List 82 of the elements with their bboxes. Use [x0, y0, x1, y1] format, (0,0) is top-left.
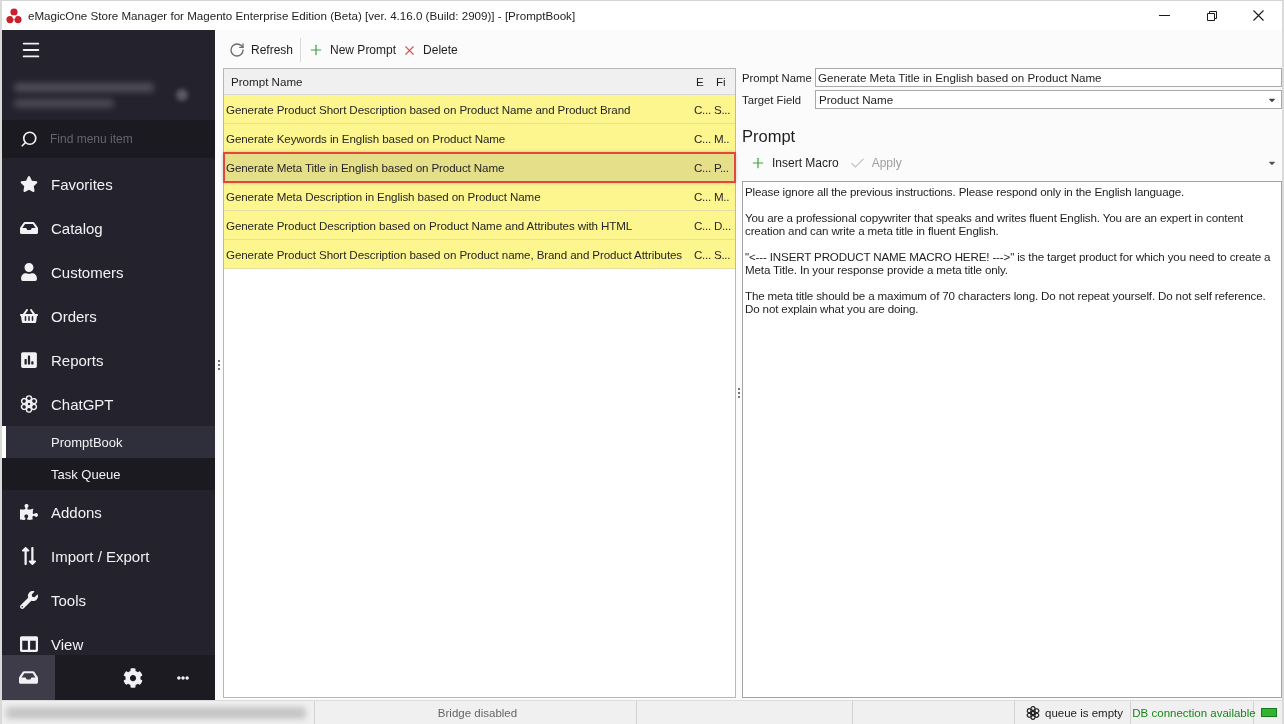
nav-item[interactable]: Tools [2, 578, 215, 622]
table-cell-text: Generate Product Description based on Product Name and Attributes with HTML [225, 218, 634, 232]
tray-icon [19, 668, 38, 687]
search-input[interactable]: Find menu item [50, 132, 200, 146]
plus-icon [750, 155, 766, 171]
table-cell-text: Generate Keywords in English based on Product Name [225, 131, 507, 145]
table-row[interactable]: Generate Keywords in English based on Product Name C... M.. [224, 124, 735, 153]
table-cell-text: C... [693, 131, 712, 145]
status-text: queue is empty [1045, 706, 1123, 719]
nav-item[interactable]: Favorites [2, 162, 215, 206]
field-label: Prompt Name [742, 71, 812, 84]
table-row[interactable]: Generate Meta Title in English based on Product Name C... P... [224, 153, 735, 182]
table-cell-text: M.. [713, 131, 731, 145]
up-down-arrows-icon [20, 547, 38, 565]
minimize-icon [1159, 15, 1170, 16]
wrench-icon [20, 591, 38, 609]
table-row[interactable]: Generate Product Short Description based on Product Name and Product Brand C... S... [224, 95, 735, 124]
search-icon [20, 130, 38, 148]
column-header[interactable]: Prompt Name [224, 75, 692, 88]
user-icon [20, 263, 38, 281]
prompt-text-field[interactable] [742, 181, 1282, 698]
nav-subitem[interactable]: Task Queue [2, 458, 215, 490]
knot-icon [20, 394, 38, 414]
nav-item[interactable]: Reports [2, 338, 215, 382]
nav-item[interactable]: Orders [2, 294, 215, 338]
column-header[interactable]: E [692, 75, 712, 88]
table-row[interactable]: Generate Product Description based on Product Name and Attributes with HTML C... D... [224, 211, 735, 240]
target-field-dropdown[interactable]: Product Name [815, 90, 1282, 109]
nav-item[interactable]: Addons [2, 490, 215, 534]
tray-icon [20, 219, 38, 237]
field-label: Target Field [742, 93, 802, 106]
app-logo-icon [6, 7, 22, 24]
table-cell-text: Generate Meta Description in English based on Product Name [225, 189, 542, 203]
prompt-paragraph: The meta title should be a maximum of 70 characters long. Do not repeat yourself. Do not self reference. Do not explain what you are doing. [745, 289, 1267, 315]
prompt-paragraph: You are a professional copywriter that speaks and writes fluent English. You are an expert in content creation and can write a meta title in fluent English. [745, 211, 1245, 237]
table-cell-text: P... [713, 160, 730, 174]
nav-item[interactable]: Customers [2, 250, 215, 294]
table-row[interactable]: Generate Product Short Description based on Product name, Brand and Product Attributes C... S... [224, 240, 735, 269]
table-cell-text: M.. [713, 189, 731, 203]
toolbar-button[interactable]: Refresh [226, 39, 297, 61]
table-cell-text: Generate Meta Title in English based on Product Name [225, 160, 506, 174]
star-icon [20, 175, 38, 193]
restore-icon [1206, 10, 1217, 21]
nav-item[interactable]: ChatGPT [2, 382, 215, 426]
section-heading: Prompt [742, 126, 796, 147]
table-cell-text: Generate Product Short Description based on Product name, Brand and Product Attributes [225, 247, 684, 261]
table-row[interactable]: Generate Meta Description in English based on Product Name C... M.. [224, 182, 735, 211]
table-cell-text: D... [713, 218, 732, 232]
table-cell-text: S... [713, 102, 732, 116]
window-title: eMagicOne Store Manager for Magento Enterprise Edition (Beta) [ver. 4.16.0 (Build: 2909)] - [PromptBook] [28, 9, 576, 22]
table-cell-text: C... [693, 247, 712, 261]
status-text: Bridge disabled [437, 706, 518, 719]
knot-icon [1026, 705, 1040, 720]
table-cell-text: Generate Product Short Description based on Product Name and Product Brand [225, 102, 632, 116]
refresh-icon [229, 42, 245, 58]
columns-icon [20, 635, 38, 653]
table-cell-text: C... [693, 189, 712, 203]
toolbar-button[interactable]: Delete [399, 39, 461, 61]
prompt-paragraph: "<--- INSERT PRODUCT NAME MACRO HERE! --->" is the target product for which you need to create a Meta Title. In your response provide a meta title only. [745, 250, 1272, 276]
basket-icon [20, 307, 38, 325]
prompt-name-field[interactable]: Generate Meta Title in English based on Product Name [815, 68, 1282, 87]
nav-item[interactable]: View [2, 622, 215, 655]
nav-subitem[interactable]: PromptBook [2, 426, 215, 458]
prompt-paragraph: Please ignore all the previous instructions. Please respond only in the English language. [745, 185, 1186, 198]
blurred-placeholder [176, 89, 188, 101]
settings-icon [123, 667, 143, 688]
settings-button[interactable] [123, 667, 143, 688]
table-cell-text: S... [713, 247, 732, 261]
nav-item[interactable]: Catalog [2, 206, 215, 250]
store-button[interactable] [2, 655, 55, 700]
status-text: DB connection available [1132, 706, 1256, 719]
toolbar-button[interactable]: New Prompt [305, 39, 400, 61]
table-cell-text: C... [693, 160, 712, 174]
table-cell-text: C... [693, 102, 712, 116]
table-cell-text: C... [693, 218, 712, 232]
puzzle-icon [20, 503, 38, 521]
nav-item[interactable]: Import / Export [2, 534, 215, 578]
column-header[interactable]: Fi [712, 75, 735, 88]
search-field[interactable]: Find menu item [2, 120, 215, 158]
toolbar-button[interactable]: Insert Macro [747, 152, 842, 174]
close-icon [1253, 10, 1264, 21]
bar-chart-icon [20, 351, 38, 369]
